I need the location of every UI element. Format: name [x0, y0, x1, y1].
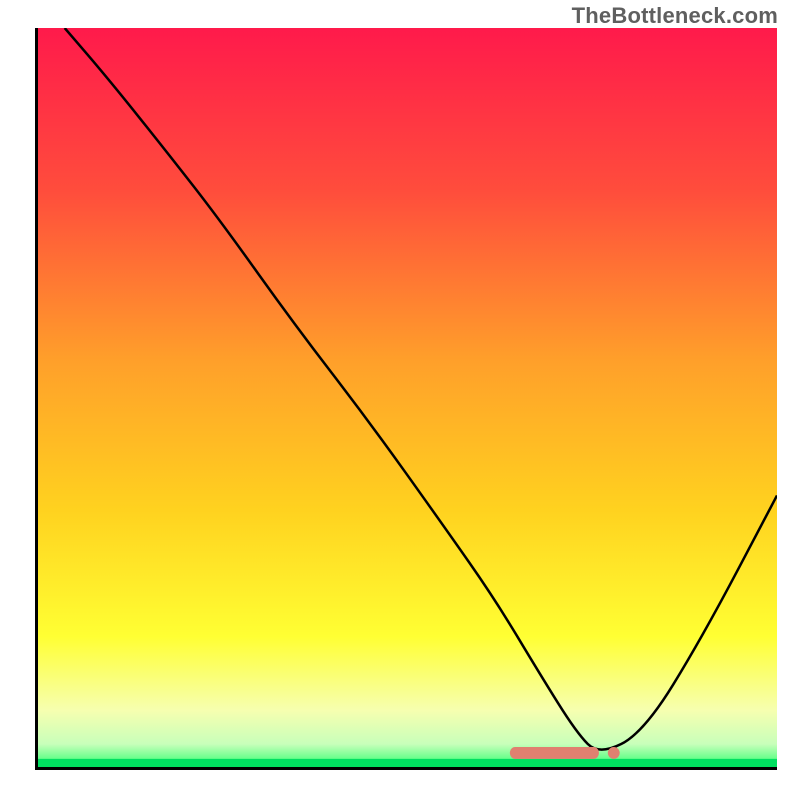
plot-area [35, 28, 777, 770]
optimal-range-marker [35, 28, 777, 770]
watermark-text: TheBottleneck.com [572, 3, 778, 29]
chart-stage: TheBottleneck.com [0, 0, 800, 800]
